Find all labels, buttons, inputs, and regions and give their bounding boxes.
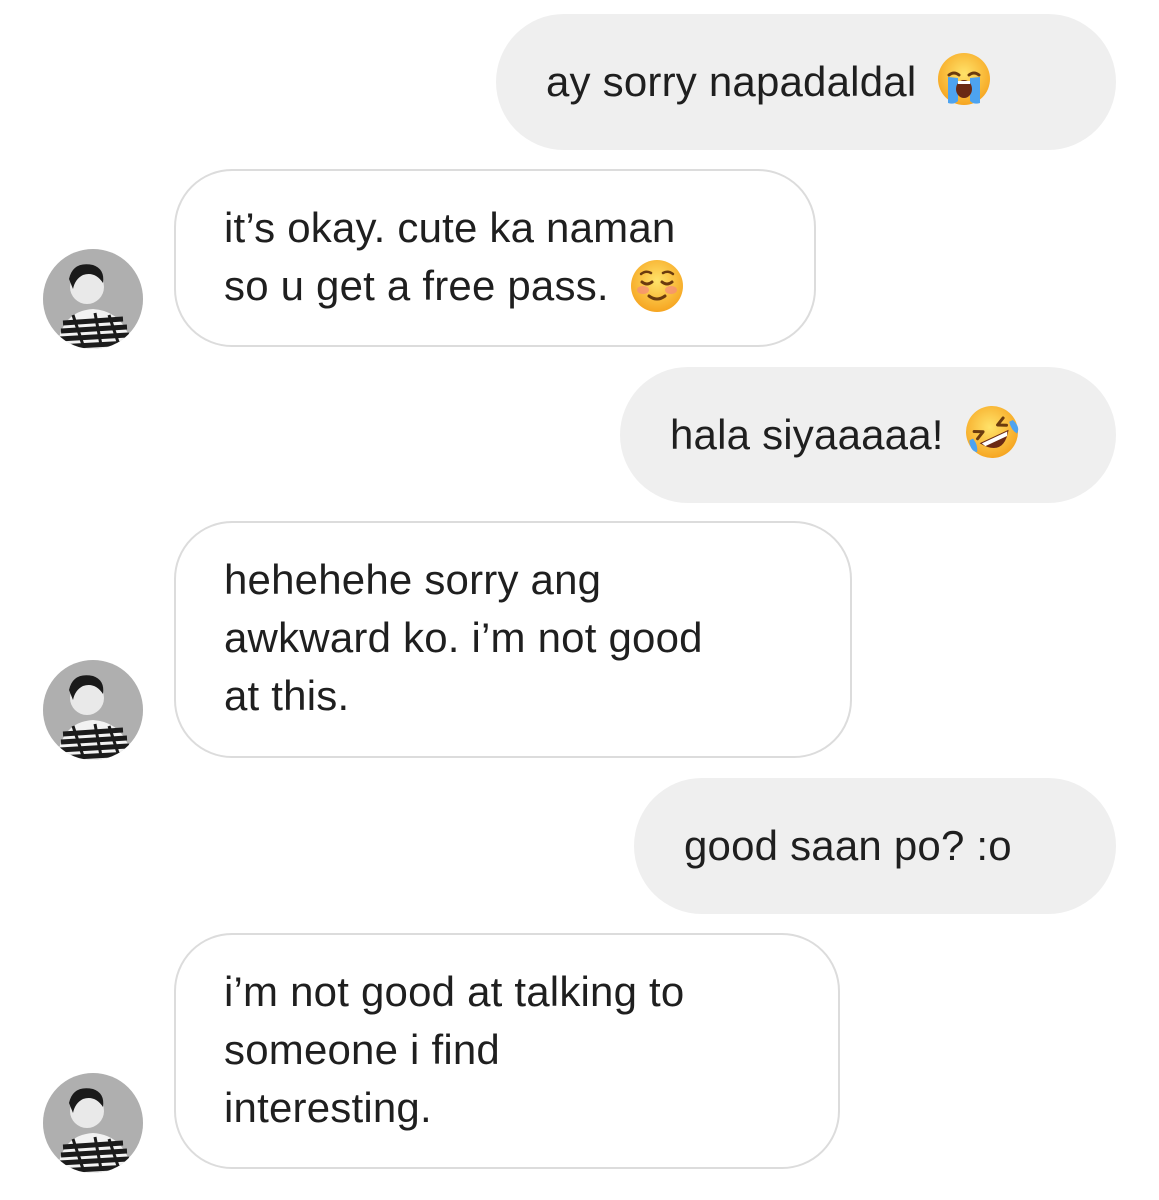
message-text: good saan po? :o xyxy=(684,822,1012,869)
avatar[interactable] xyxy=(43,249,143,349)
message-text: ay sorry napadaldal xyxy=(546,58,917,105)
avatar[interactable] xyxy=(43,660,143,760)
rolling-on-floor-laughing-icon xyxy=(964,404,1020,460)
message-text-line: i’m not good at talking to xyxy=(224,968,685,1015)
message-text-line: it’s okay. cute ka naman xyxy=(224,204,676,251)
message-bubble-received[interactable]: i’m not good at talking to someone i fin… xyxy=(174,933,840,1169)
message-text-line: at this. xyxy=(224,672,350,719)
message-bubble-sent[interactable]: hala siyaaaaa! xyxy=(620,367,1116,503)
avatar[interactable] xyxy=(43,1073,143,1173)
message-bubble-received[interactable]: hehehehe sorry ang awkward ko. i’m not g… xyxy=(174,521,852,758)
message-text-line: someone i find xyxy=(224,1026,500,1073)
message-bubble-received[interactable]: it’s okay. cute ka naman so u get a free… xyxy=(174,169,816,347)
message-bubble-sent[interactable]: good saan po? :o xyxy=(634,778,1116,914)
loudly-crying-face-icon xyxy=(936,51,992,107)
message-text-line: so u get a free pass. xyxy=(224,257,774,315)
message-text-line: interesting. xyxy=(224,1084,432,1131)
smiling-face-icon xyxy=(629,258,685,314)
message-bubble-sent[interactable]: ay sorry napadaldal xyxy=(496,14,1116,150)
message-text-line: hehehehe sorry ang xyxy=(224,556,602,603)
message-text-line: awkward ko. i’m not good xyxy=(224,614,703,661)
message-text: hala siyaaaaa! xyxy=(670,411,944,458)
